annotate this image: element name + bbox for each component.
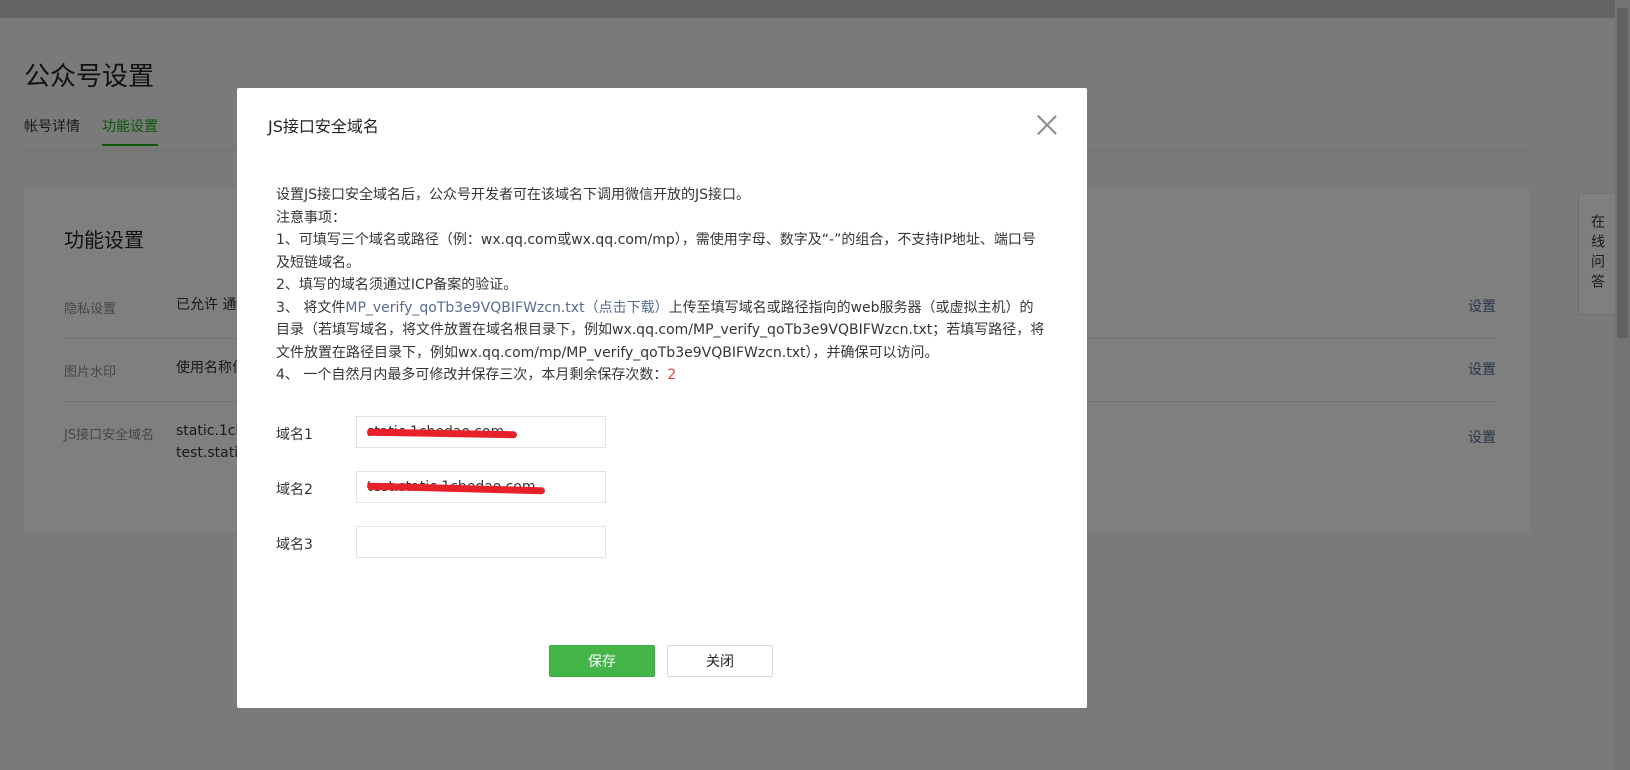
domain-label-1: 域名1 xyxy=(276,427,313,443)
dialog-title: JS接口安全域名 xyxy=(268,117,379,136)
domain-input-1[interactable] xyxy=(356,416,606,448)
domain-input-2[interactable] xyxy=(356,471,606,503)
save-button[interactable]: 保存 xyxy=(549,645,655,677)
intro-text: 设置JS接口安全域名后，公众号开发者可在该域名下调用微信开放的JS接口。 xyxy=(276,187,751,203)
js-domain-dialog: JS接口安全域名 设置JS接口安全域名后，公众号开发者可在该域名下调用微信开放的… xyxy=(237,88,1087,708)
note-4-prefix: 4、 一个自然月内最多可修改并保存三次，本月剩余保存次数： xyxy=(276,367,668,383)
domain-label-3: 域名3 xyxy=(276,537,313,553)
domain-input-3[interactable] xyxy=(356,526,606,558)
note-1: 1、可填写三个域名或路径（例：wx.qq.com或wx.qq.com/mp），需… xyxy=(276,232,1036,271)
note-4: 4、 一个自然月内最多可修改并保存三次，本月剩余保存次数：2 xyxy=(276,364,1046,387)
remaining-saves-count: 2 xyxy=(667,367,677,383)
domain-label-2: 域名2 xyxy=(276,482,313,498)
dialog-description: 设置JS接口安全域名后，公众号开发者可在该域名下调用微信开放的JS接口。 注意事… xyxy=(276,184,1046,387)
note-3: 3、 将文件MP_verify_qoTb3e9VQBIFWzcn.txt（点击下… xyxy=(276,297,1046,365)
note-3-prefix: 3、 将文件 xyxy=(276,299,346,316)
close-button[interactable]: 关闭 xyxy=(667,645,773,677)
note-2: 2、填写的域名须通过ICP备案的验证。 xyxy=(276,277,518,293)
close-icon[interactable] xyxy=(1032,110,1062,140)
notice-heading: 注意事项： xyxy=(276,209,346,226)
verify-file-download-link[interactable]: MP_verify_qoTb3e9VQBIFWzcn.txt（点击下载） xyxy=(345,300,668,316)
